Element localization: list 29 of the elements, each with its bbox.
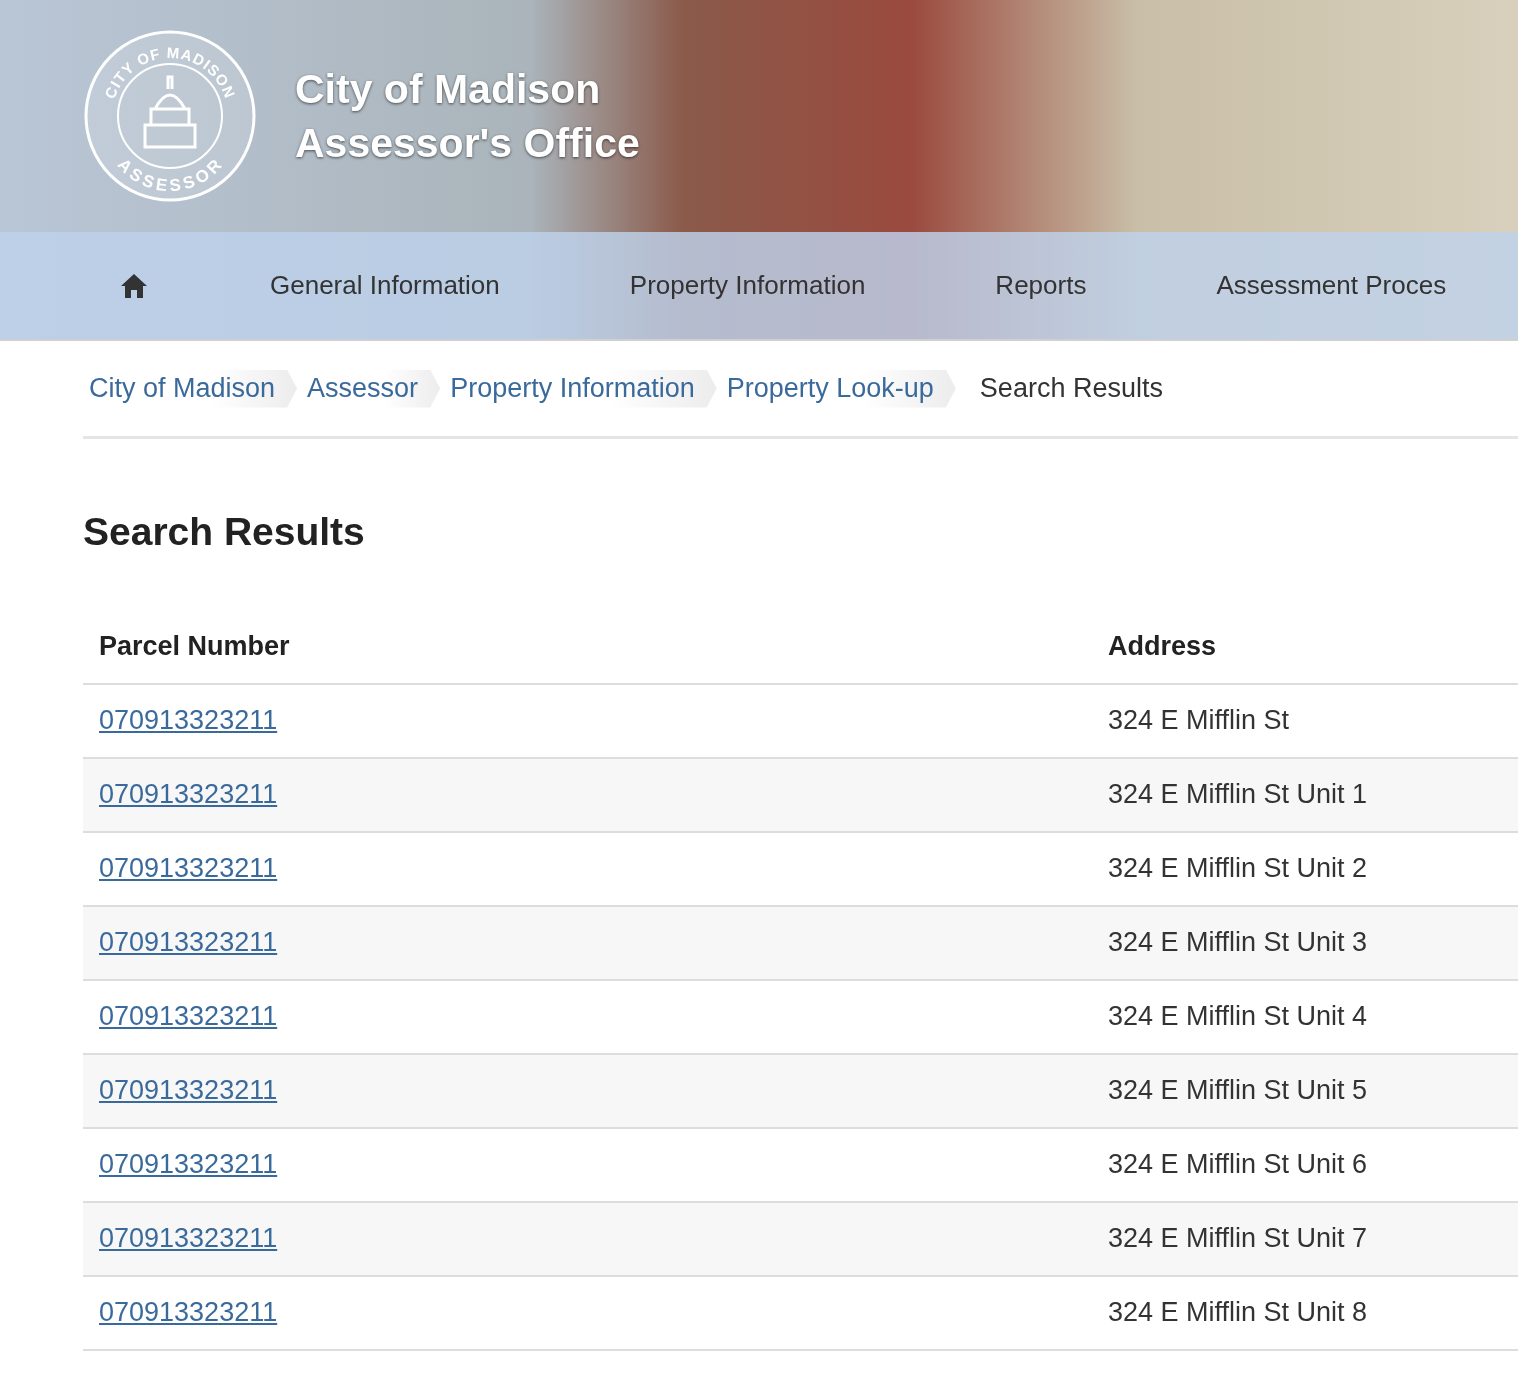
site-title: City of Madison bbox=[295, 65, 602, 114]
address-cell: 324 E Mifflin St Unit 4 bbox=[1092, 979, 1518, 1054]
parcel-link[interactable]: 070913323211 bbox=[99, 927, 278, 958]
parcel-link[interactable]: 070913323211 bbox=[99, 1075, 278, 1106]
nav-link[interactable]: General Information bbox=[270, 266, 500, 305]
parcel-link[interactable]: 070913323211 bbox=[99, 1149, 278, 1180]
nav-link[interactable]: Property Information bbox=[629, 266, 866, 305]
address-cell: 324 E Mifflin St bbox=[1092, 683, 1518, 758]
address-cell: 324 E Mifflin St Unit 2 bbox=[1092, 831, 1518, 906]
parcel-link[interactable]: 070913323211 bbox=[99, 705, 278, 736]
parcel-link[interactable]: 070913323211 bbox=[99, 779, 278, 810]
address-cell: 324 E Mifflin St Unit 3 bbox=[1092, 905, 1518, 980]
address-cell: 324 E Mifflin St Unit 5 bbox=[1092, 1053, 1518, 1128]
column-header: Address bbox=[1092, 609, 1518, 684]
nav-link[interactable]: Assessment Proces bbox=[1216, 266, 1447, 305]
parcel-link[interactable]: 070913323211 bbox=[99, 1223, 278, 1254]
parcel-link[interactable]: 070913323211 bbox=[99, 1297, 278, 1328]
column-header: Parcel Number bbox=[83, 609, 1092, 684]
address-cell: 324 E Mifflin St Unit 7 bbox=[1092, 1201, 1518, 1276]
page-heading: Search Results bbox=[83, 509, 366, 555]
address-cell: 324 E Mifflin St Unit 6 bbox=[1092, 1127, 1518, 1202]
home-icon[interactable] bbox=[120, 272, 148, 299]
site-title: Assessor's Office bbox=[295, 119, 640, 168]
parcel-link[interactable]: 070913323211 bbox=[99, 853, 278, 884]
address-cell: 324 E Mifflin St Unit 1 bbox=[1092, 757, 1518, 832]
address-cell: 324 E Mifflin St Unit 8 bbox=[1092, 1275, 1518, 1350]
parcel-link[interactable]: 070913323211 bbox=[99, 1001, 278, 1032]
nav-link[interactable]: Reports bbox=[995, 266, 1087, 305]
breadcrumb-current: Search Results bbox=[978, 372, 1163, 406]
